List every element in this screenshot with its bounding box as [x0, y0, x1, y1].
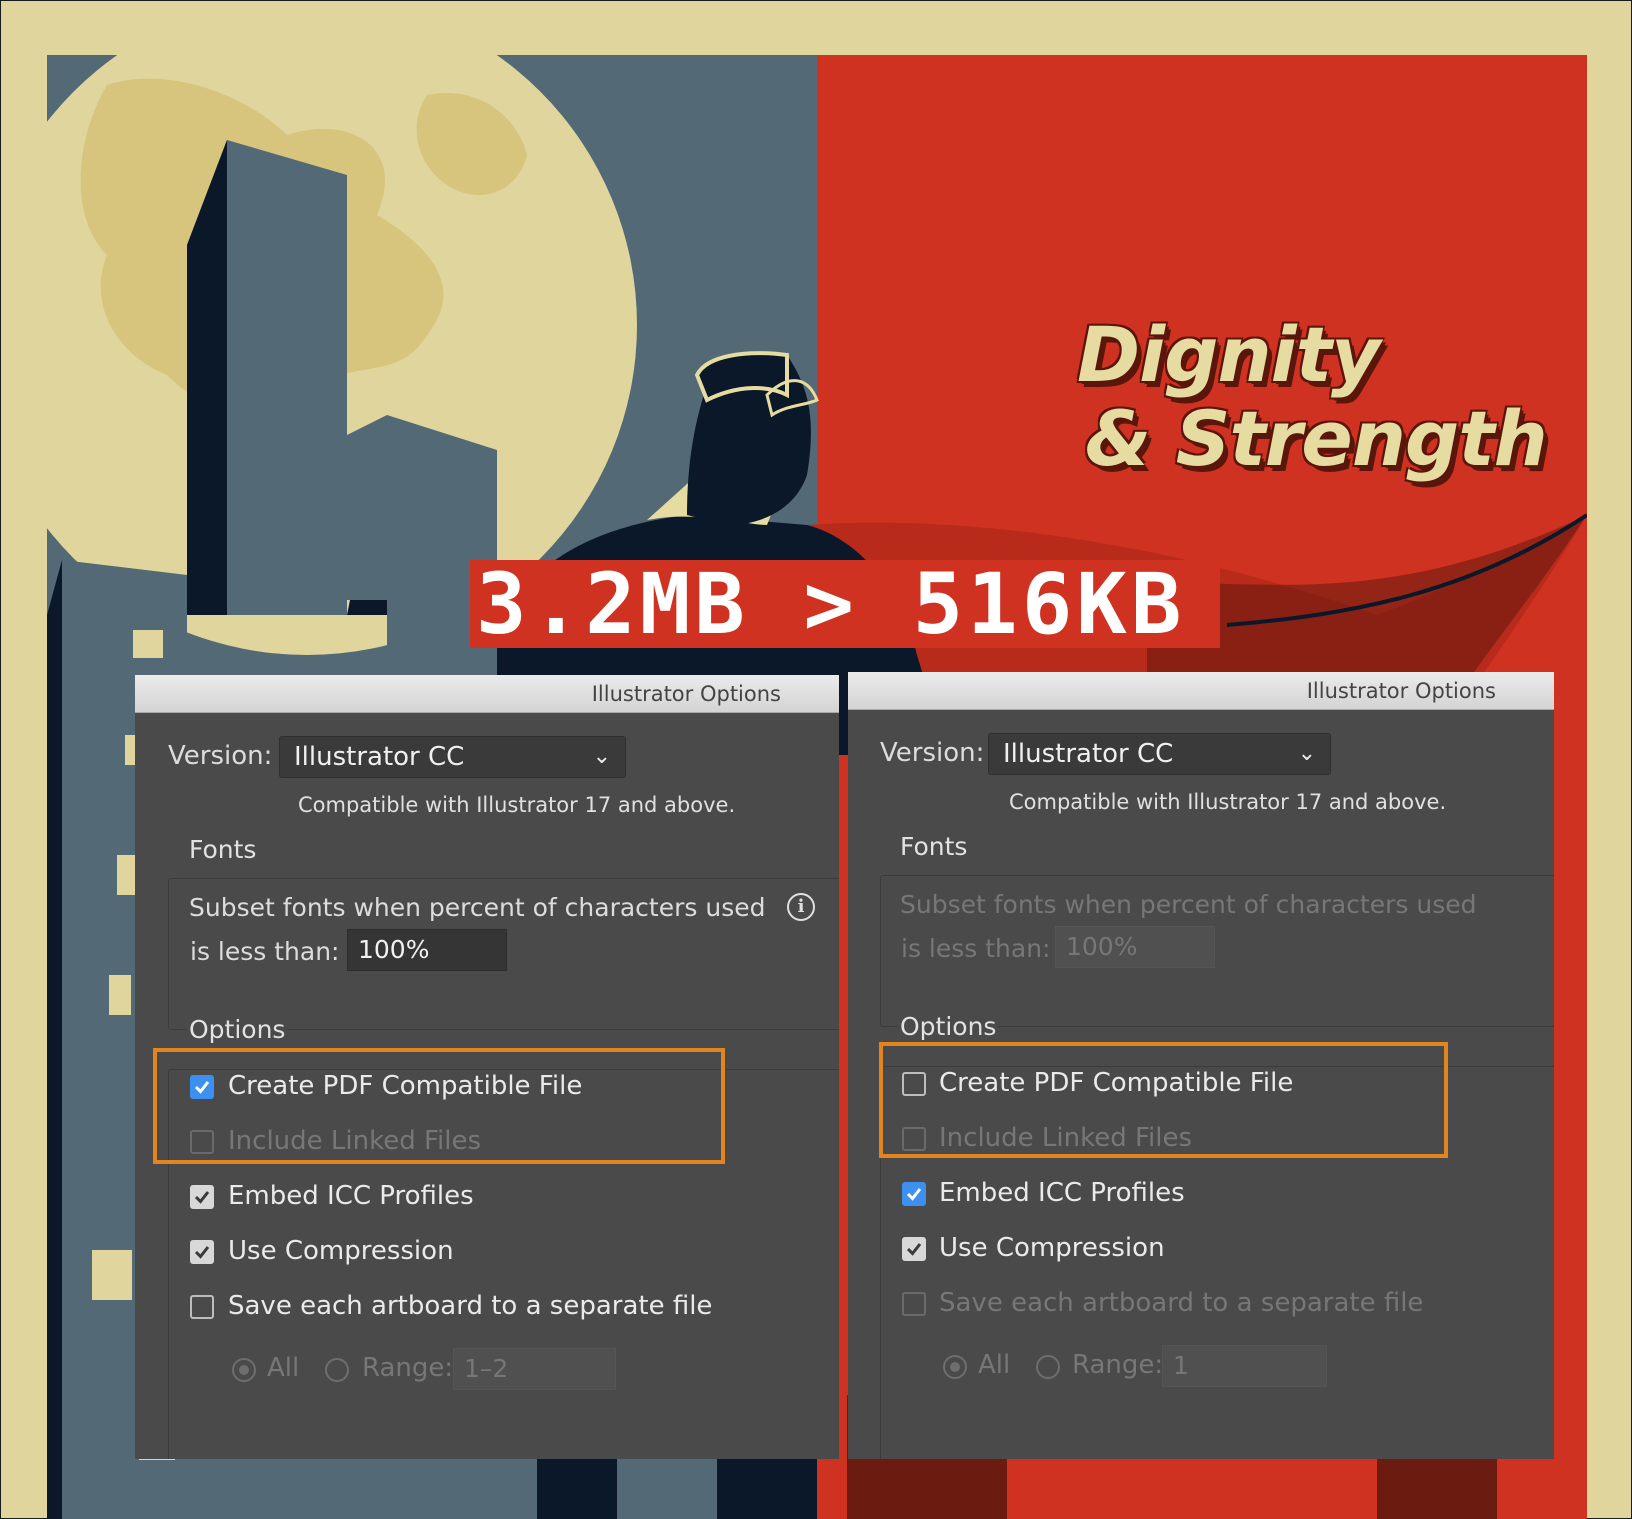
checkmark-icon	[906, 1243, 922, 1256]
save-artboards-separately-checkbox[interactable]	[190, 1295, 214, 1319]
chevron-down-icon: ⌄	[592, 744, 611, 769]
file-size-comparison-banner: 3.2MB > 516KB	[470, 560, 1220, 648]
embed-icc-profiles-label: Embed ICC Profiles	[228, 1181, 474, 1211]
artboard-range-label: Range:	[362, 1353, 454, 1383]
version-select-value: Illustrator CC	[294, 742, 465, 772]
use-compression-label: Use Compression	[939, 1233, 1165, 1263]
version-label: Version:	[168, 741, 273, 771]
use-compression-checkbox[interactable]	[190, 1240, 214, 1264]
compatibility-note: Compatible with Illustrator 17 and above…	[1009, 790, 1447, 814]
info-icon[interactable]: i	[787, 893, 815, 921]
headline-line-2: & Strength	[1085, 394, 1548, 483]
embed-icc-profiles-checkbox[interactable]	[190, 1185, 214, 1209]
fonts-group-title: Fonts	[898, 832, 970, 861]
checkmark-icon	[906, 1188, 922, 1201]
highlight-box-right	[879, 1042, 1448, 1158]
embed-icc-profiles-label: Embed ICC Profiles	[939, 1178, 1185, 1208]
artboard-range-radio[interactable]	[325, 1358, 349, 1382]
version-label: Version:	[880, 738, 985, 768]
save-artboards-separately-checkbox[interactable]	[902, 1292, 926, 1316]
use-compression-label: Use Compression	[228, 1236, 454, 1266]
chevron-down-icon: ⌄	[1297, 741, 1316, 766]
use-compression-checkbox[interactable]	[902, 1237, 926, 1261]
version-select[interactable]: Illustrator CC ⌄	[279, 736, 626, 778]
checkmark-icon	[194, 1246, 210, 1259]
artboard-all-radio[interactable]	[943, 1355, 967, 1379]
artboard-range-input[interactable]: 1–2	[453, 1348, 616, 1390]
compatibility-note: Compatible with Illustrator 17 and above…	[298, 793, 736, 817]
fonts-group-title: Fonts	[187, 835, 259, 864]
save-artboards-separately-label: Save each artboard to a separate file	[228, 1291, 713, 1321]
dialog-titlebar[interactable]: Illustrator Options	[848, 672, 1554, 710]
poster-headline: Dignity & Strength	[1077, 310, 1548, 483]
highlight-box-left	[153, 1048, 725, 1164]
subset-threshold-label: is less than:	[901, 934, 1051, 963]
subset-threshold-label: is less than:	[190, 937, 340, 966]
artboard-all-label: All	[267, 1353, 300, 1383]
subset-threshold-input[interactable]: 100%	[1055, 926, 1215, 968]
save-artboards-separately-label: Save each artboard to a separate file	[939, 1288, 1424, 1318]
version-select[interactable]: Illustrator CC ⌄	[988, 733, 1331, 775]
subset-fonts-text: Subset fonts when percent of characters …	[900, 890, 1477, 919]
subset-threshold-input[interactable]: 100%	[347, 929, 507, 971]
dialog-titlebar[interactable]: Illustrator Options	[135, 675, 839, 713]
artboard-range-label: Range:	[1072, 1350, 1164, 1380]
headline-line-1: Dignity	[1077, 310, 1381, 399]
artboard-range-input[interactable]: 1	[1162, 1345, 1327, 1387]
embed-icc-profiles-checkbox[interactable]	[902, 1182, 926, 1206]
version-select-value: Illustrator CC	[1003, 739, 1174, 769]
options-group-title: Options	[898, 1012, 999, 1041]
artboard-all-radio[interactable]	[232, 1358, 256, 1382]
checkmark-icon	[194, 1191, 210, 1204]
subset-fonts-text: Subset fonts when percent of characters …	[189, 893, 766, 922]
artboard-range-radio[interactable]	[1036, 1355, 1060, 1379]
artboard-all-label: All	[978, 1350, 1011, 1380]
options-group-title: Options	[187, 1015, 288, 1044]
